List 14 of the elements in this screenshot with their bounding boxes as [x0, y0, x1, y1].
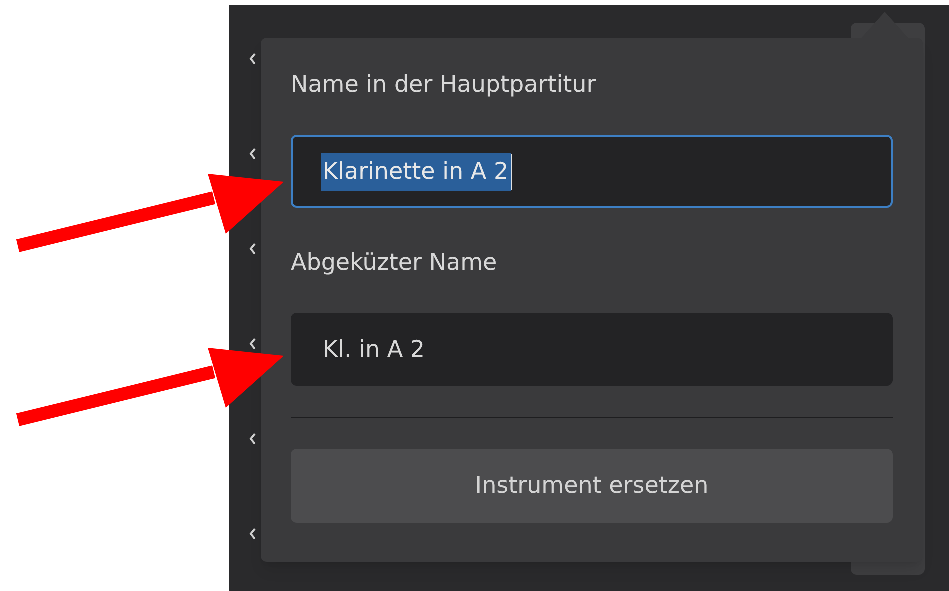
field-value: Kl. in A 2 — [322, 336, 426, 364]
field-value: Klarinette in A 2 — [321, 152, 511, 190]
replace-instrument-button[interactable]: Instrument ersetzen — [291, 449, 893, 523]
chevron-left-icon[interactable] — [249, 146, 257, 162]
text-input-field[interactable]: Kl. in A 2 — [291, 313, 893, 386]
text-cursor — [510, 154, 512, 190]
chevron-left-icon[interactable] — [249, 51, 257, 67]
chevron-left-icon[interactable] — [249, 241, 257, 257]
chevron-left-icon[interactable] — [249, 526, 257, 542]
field-label: Abgeküzter Name — [291, 252, 498, 275]
text-input-field[interactable]: Klarinette in A 2 — [291, 135, 893, 208]
chevron-left-icon[interactable] — [249, 431, 257, 447]
field-label: Name in der Hauptpartitur — [291, 74, 598, 97]
chevron-left-icon[interactable] — [249, 336, 257, 352]
